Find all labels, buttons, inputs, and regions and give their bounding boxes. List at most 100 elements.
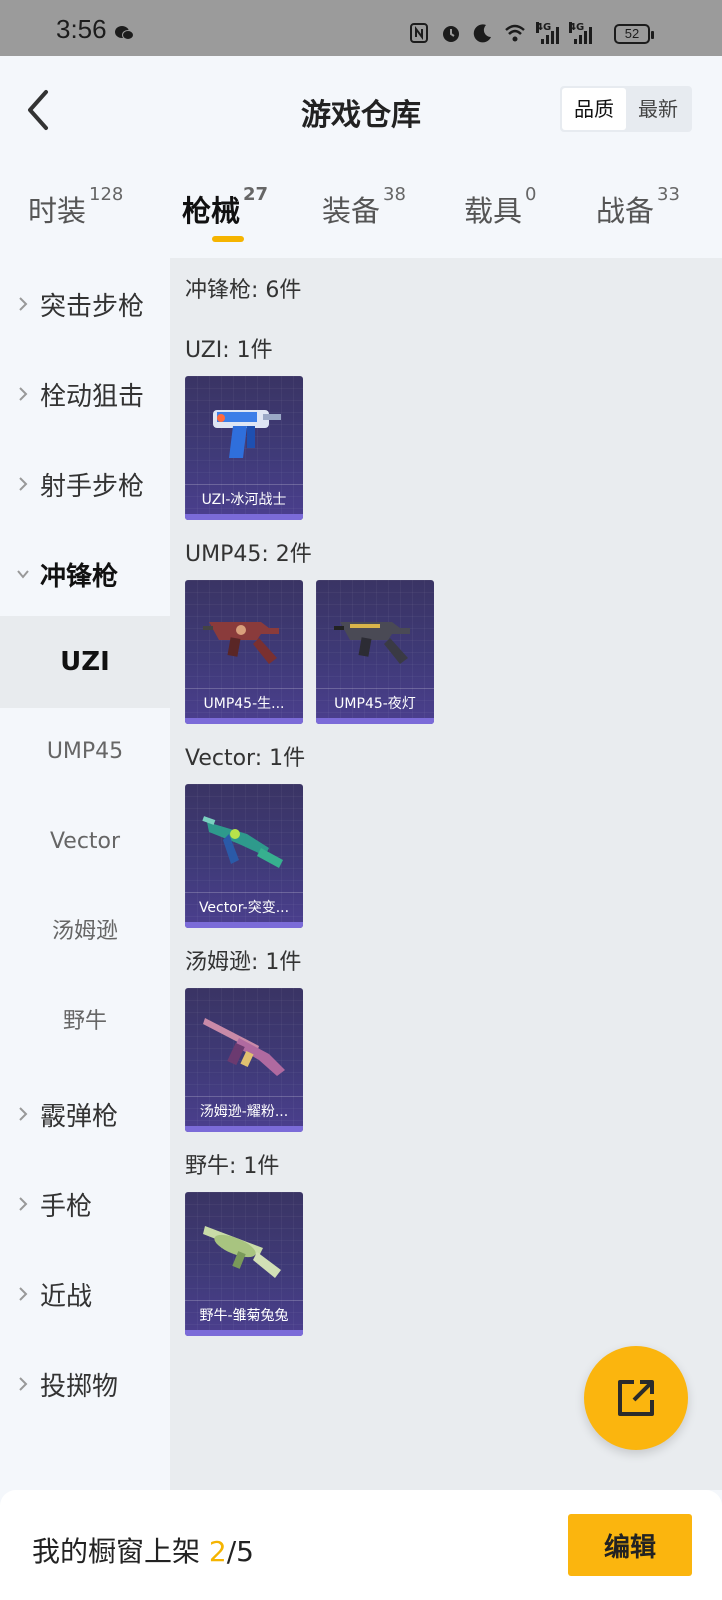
header: 游戏仓库 品质 最新 — [0, 56, 722, 164]
item-card[interactable]: Vector-突变... — [185, 784, 303, 928]
tab-count: 27 — [243, 184, 269, 205]
group-title: UZI: 1件 — [185, 338, 273, 363]
item-name: 野牛-雏菊兔兔 — [185, 1300, 303, 1330]
signal-icon-2: 4G — [569, 22, 592, 44]
signal-icon: 4G — [536, 22, 559, 44]
sort-quality-button[interactable]: 品质 — [562, 88, 626, 130]
group-title: 汤姆逊: 1件 — [185, 950, 302, 975]
sidebar-item-pistol[interactable]: 手枪 — [0, 1158, 170, 1250]
uzi-gun-icon — [213, 410, 281, 458]
sidebar-sub-thompson[interactable]: 汤姆逊 — [0, 886, 170, 978]
item-name: UZI-冰河战士 — [185, 484, 303, 514]
item-name: Vector-突变... — [185, 892, 303, 922]
item-name: UMP45-夜灯 — [316, 688, 434, 718]
sidebar-item-label: 投掷物 — [40, 1372, 119, 1402]
tab-label: 时装 — [28, 194, 87, 228]
tab-indicator — [212, 236, 244, 242]
sidebar: 突击步枪 栓动狙击 射手步枪 冲锋枪 UZI UMP45 Vector 汤姆逊 … — [0, 258, 170, 1490]
sidebar-item-melee[interactable]: 近战 — [0, 1248, 170, 1340]
tab-fashion[interactable]: 时装 128 — [28, 184, 123, 230]
share-external-icon — [618, 1380, 654, 1416]
ump45-gun-icon — [334, 622, 410, 664]
showcase-total: /5 — [226, 1535, 254, 1568]
chevron-right-icon — [19, 1197, 28, 1211]
sort-newest-button[interactable]: 最新 — [626, 88, 690, 130]
sidebar-item-label: 霰弹枪 — [40, 1102, 119, 1132]
moon-icon — [473, 24, 491, 43]
showcase-count: 2 — [208, 1535, 227, 1568]
tab-label: 战备 — [596, 194, 655, 228]
sidebar-item-label: 栓动狙击 — [40, 382, 145, 412]
chevron-right-icon — [19, 387, 28, 401]
status-time: 3:56 — [56, 14, 107, 44]
rarity-bar — [185, 1126, 303, 1132]
group-title: 野牛: 1件 — [185, 1154, 280, 1179]
thompson-gun-icon — [203, 1018, 285, 1076]
item-card[interactable]: 野牛-雏菊兔兔 — [185, 1192, 303, 1336]
showcase-label: 我的橱窗上架 — [32, 1535, 201, 1568]
sidebar-sub-bizon[interactable]: 野牛 — [0, 976, 170, 1068]
tab-count: 0 — [525, 184, 537, 205]
tab-equipment[interactable]: 装备 38 — [322, 184, 406, 230]
group-title: Vector: 1件 — [185, 746, 306, 771]
chevron-right-icon — [19, 1377, 28, 1391]
alarm-icon — [443, 26, 459, 42]
item-card[interactable]: 汤姆逊-耀粉... — [185, 988, 303, 1132]
tab-label: 载具 — [464, 194, 523, 228]
rarity-bar — [185, 922, 303, 928]
rarity-bar — [185, 1330, 303, 1336]
bizon-gun-icon — [203, 1226, 281, 1278]
sidebar-item-bolt-sniper[interactable]: 栓动狙击 — [0, 348, 170, 440]
chevron-right-icon — [19, 1287, 28, 1301]
category-tabs: 时装 128 枪械 27 装备 38 载具 0 战备 33 — [0, 180, 722, 252]
tab-weapons[interactable]: 枪械 27 — [182, 184, 268, 230]
bottom-bar: 我的橱窗上架 2/5 编辑 — [0, 1490, 722, 1600]
tab-supplies[interactable]: 战备 33 — [596, 184, 680, 230]
share-button[interactable] — [584, 1346, 688, 1450]
item-card[interactable]: UMP45-夜灯 — [316, 580, 434, 724]
rarity-bar — [185, 718, 303, 724]
sidebar-sub-vector[interactable]: Vector — [0, 796, 170, 888]
tab-label: 枪械 — [182, 194, 241, 228]
wechat-icon — [115, 26, 134, 40]
sidebar-sub-uzi[interactable]: UZI — [0, 616, 170, 708]
chevron-right-icon — [19, 477, 28, 491]
item-list: 冲锋枪: 6件 UZI: 1件 UZI-冰河战士 UMP45: 2件 UMP45… — [170, 258, 722, 1490]
item-name: UMP45-生... — [185, 688, 303, 718]
status-icons: 4G 4G — [408, 22, 592, 44]
wifi-icon — [505, 24, 525, 42]
item-name: 汤姆逊-耀粉... — [185, 1096, 303, 1126]
tab-count: 38 — [383, 184, 406, 205]
chevron-right-icon — [19, 1107, 28, 1121]
item-card[interactable]: UMP45-生... — [185, 580, 303, 724]
sidebar-item-throwable[interactable]: 投掷物 — [0, 1338, 170, 1430]
edit-button[interactable]: 编辑 — [568, 1514, 692, 1576]
sidebar-item-shotgun[interactable]: 霰弹枪 — [0, 1068, 170, 1160]
chevron-down-icon — [17, 570, 29, 579]
ump45-gun-icon — [203, 622, 279, 664]
sidebar-sub-ump45[interactable]: UMP45 — [0, 706, 170, 798]
chevron-right-icon — [19, 297, 28, 311]
tab-vehicles[interactable]: 载具 0 — [464, 184, 536, 230]
status-bar: 3:56 4G 4G 52 — [0, 0, 722, 56]
item-card[interactable]: UZI-冰河战士 — [185, 376, 303, 520]
rarity-bar — [185, 514, 303, 520]
sidebar-item-label: 近战 — [40, 1282, 93, 1312]
sidebar-item-label: 突击步枪 — [40, 292, 145, 322]
category-summary: 冲锋枪: 6件 — [185, 278, 302, 303]
showcase-status: 我的橱窗上架 2/5 — [32, 1530, 254, 1570]
battery-indicator: 52 — [614, 24, 654, 44]
group-title: UMP45: 2件 — [185, 542, 312, 567]
vector-gun-icon — [202, 816, 283, 868]
tab-count: 128 — [89, 184, 124, 205]
sidebar-item-smg[interactable]: 冲锋枪 — [0, 528, 170, 620]
sort-toggle: 品质 最新 — [560, 86, 692, 132]
nfc-icon — [410, 23, 428, 43]
tab-label: 装备 — [322, 194, 381, 228]
sidebar-item-label: 冲锋枪 — [40, 562, 119, 592]
rarity-bar — [316, 718, 434, 724]
sidebar-item-marksman-rifle[interactable]: 射手步枪 — [0, 438, 170, 530]
sidebar-item-label: 手枪 — [40, 1192, 93, 1222]
tab-count: 33 — [657, 184, 680, 205]
sidebar-item-assault-rifle[interactable]: 突击步枪 — [0, 258, 170, 350]
